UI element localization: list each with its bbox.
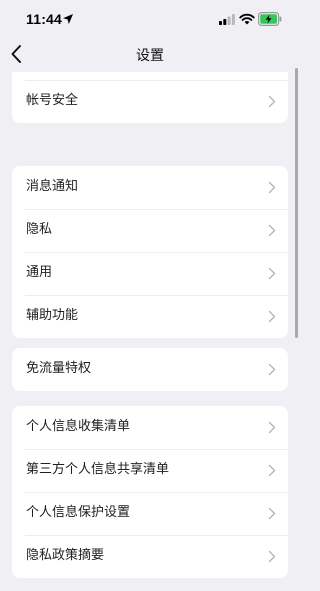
settings-row[interactable]: 消息通知 (12, 166, 288, 209)
settings-row[interactable]: 手机号码 (12, 72, 288, 80)
settings-row-label: 辅助功能 (26, 308, 79, 323)
settings-row-label: 个人信息保护设置 (26, 505, 131, 520)
settings-row-label: 免流量特权 (26, 361, 92, 376)
settings-row[interactable]: 个人信息收集清单 (12, 406, 288, 449)
settings-group: 个人信息收集清单第三方个人信息共享清单 个人信息保护设置 隐私政策摘要 (12, 406, 288, 578)
status-time: 11:44 (26, 11, 63, 27)
chevron-right-icon (268, 421, 276, 434)
chevron-right-icon (268, 267, 276, 280)
settings-row[interactable]: 帐号安全 (12, 80, 288, 123)
chevron-right-icon (268, 507, 276, 520)
status-bar: 11:44 (0, 0, 300, 36)
settings-group: 免流量特权 (12, 348, 288, 391)
settings-row-label: 第三方个人信息共享清单 (26, 462, 170, 477)
battery-charging-icon (258, 12, 282, 26)
signal-icon (219, 14, 235, 25)
settings-group: 消息通知隐私通用辅助功能 (12, 166, 288, 338)
wifi-icon (239, 13, 255, 25)
chevron-right-icon (268, 224, 276, 237)
settings-row-label: 个人信息收集清单 (26, 419, 131, 434)
chevron-right-icon (268, 310, 276, 323)
chevron-right-icon (268, 95, 276, 108)
settings-row-label: 隐私政策摘要 (26, 548, 105, 563)
settings-row[interactable]: 免流量特权 (12, 348, 288, 391)
settings-row-label: 消息通知 (26, 179, 79, 194)
settings-row[interactable]: 隐私 (12, 209, 288, 252)
settings-row-label: 隐私 (26, 222, 53, 237)
chevron-right-icon (268, 181, 276, 194)
chevron-right-icon (268, 464, 276, 477)
settings-row[interactable]: 第三方个人信息共享清单 (12, 449, 288, 492)
settings-row[interactable]: 个人信息保护设置 (12, 492, 288, 535)
settings-row[interactable]: 辅助功能 (12, 295, 288, 338)
chevron-right-icon (268, 550, 276, 563)
location-arrow-icon (63, 14, 73, 24)
navigation-bar: 设置 (0, 36, 300, 72)
scrollbar[interactable] (295, 68, 298, 338)
settings-group: 手机号码帐号安全 (12, 72, 288, 123)
settings-list[interactable]: 手机号码帐号安全消息通知隐私通用辅助功能免流量特权个人信息收集清单第三方个人信息… (0, 72, 300, 591)
chevron-right-icon (268, 363, 276, 376)
settings-row-label: 帐号安全 (26, 93, 79, 108)
settings-row[interactable]: 通用 (12, 252, 288, 295)
page-title: 设置 (136, 48, 164, 64)
settings-row-label: 通用 (26, 265, 53, 280)
settings-row[interactable]: 隐私政策摘要 (12, 535, 288, 578)
